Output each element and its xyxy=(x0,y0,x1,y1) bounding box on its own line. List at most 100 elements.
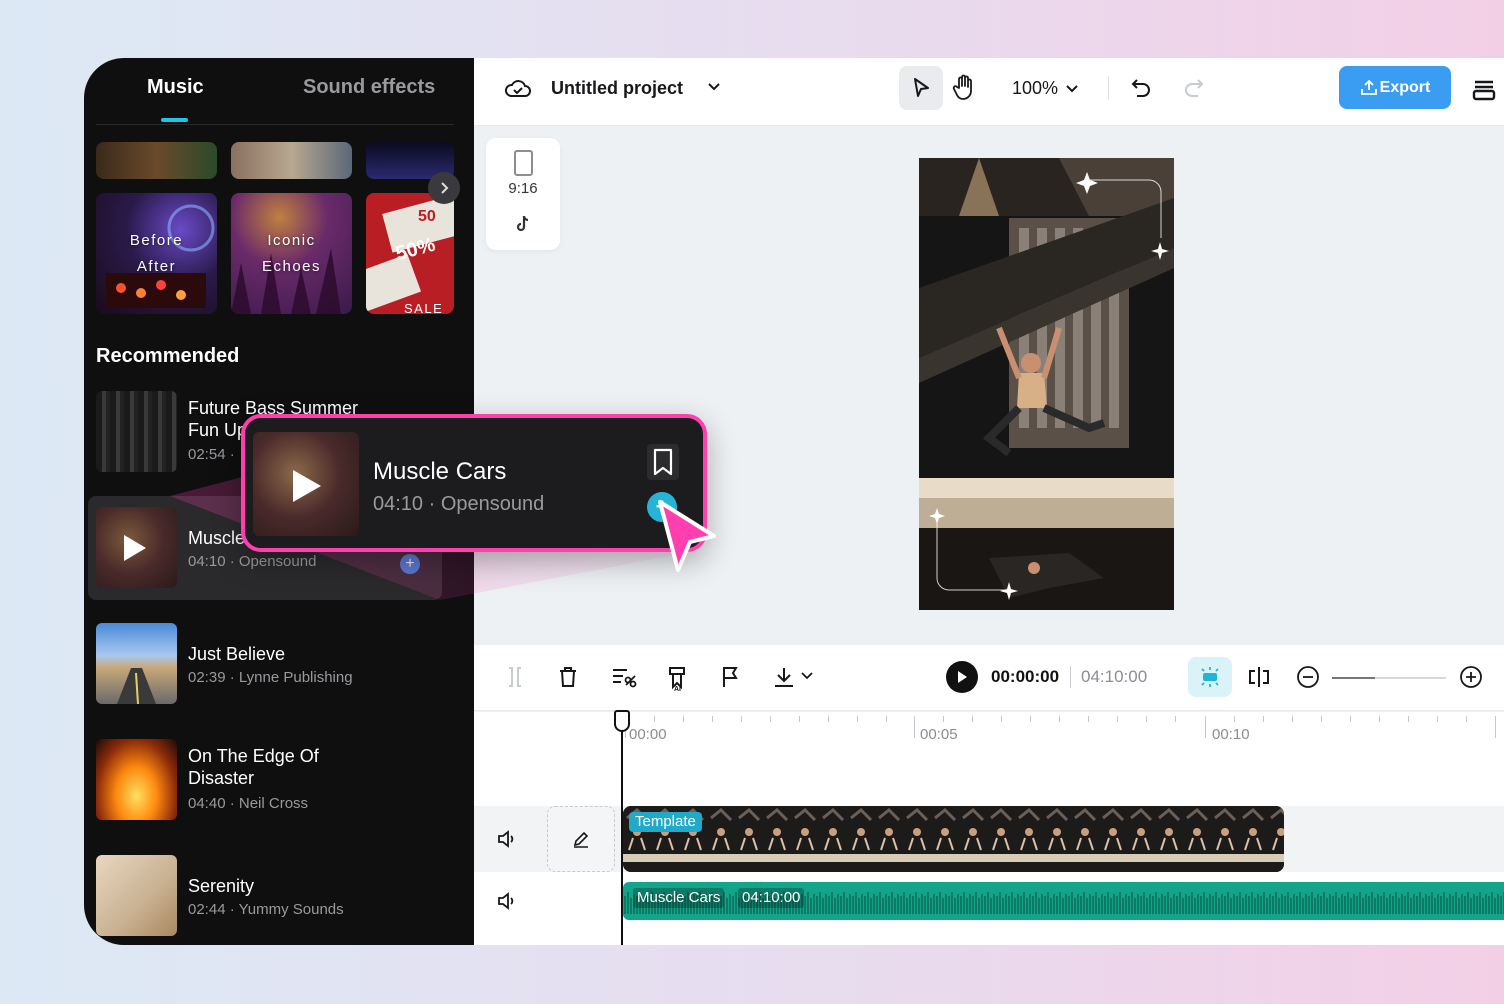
ruler-tick xyxy=(741,716,742,722)
upload-icon xyxy=(1360,79,1377,95)
active-tab-indicator xyxy=(161,118,188,122)
download-icon[interactable] xyxy=(772,665,796,689)
ruler-tick xyxy=(1495,716,1496,738)
ruler-tick xyxy=(1292,716,1293,722)
toolbar-divider xyxy=(1108,76,1109,100)
trash-icon[interactable] xyxy=(557,665,579,689)
chevron-down-icon[interactable] xyxy=(706,76,722,98)
featured-thumb-sale[interactable]: 50 50% SALE xyxy=(366,193,454,314)
tiktok-icon xyxy=(516,215,529,232)
ruler-tick xyxy=(1146,716,1147,722)
export-label: Export xyxy=(1379,78,1431,96)
redo-icon[interactable] xyxy=(1182,75,1206,101)
cover-edit-button[interactable] xyxy=(547,806,615,872)
ruler-tick xyxy=(799,716,800,722)
zoom-out-icon[interactable] xyxy=(1296,665,1320,689)
track-meta: 04:40 · Neil Cross xyxy=(188,795,309,812)
pencil-icon xyxy=(573,831,589,848)
timeline[interactable]: 00:00 00:05 00:10 Template Muscle Cars 0… xyxy=(474,710,1504,945)
video-clip[interactable]: Template xyxy=(623,806,1284,872)
play-icon[interactable] xyxy=(293,470,321,502)
ruler-label: 00:00 xyxy=(629,726,667,743)
featured-next-button[interactable] xyxy=(428,172,460,204)
recommended-heading: Recommended xyxy=(96,345,240,367)
add-track-icon[interactable]: + xyxy=(400,554,420,574)
ruler-tick xyxy=(1321,716,1322,722)
track-artwork xyxy=(96,739,177,820)
track-item[interactable]: Just Believe 02:39 · Lynne Publishing xyxy=(96,623,456,705)
detach-audio-icon[interactable] xyxy=(611,665,637,689)
ruler-tick xyxy=(1350,716,1351,722)
ruler-tick xyxy=(1437,716,1438,722)
mouse-cursor-icon xyxy=(658,500,716,572)
hand-icon[interactable] xyxy=(952,74,976,102)
ruler-tick xyxy=(1175,716,1176,722)
featured-thumb-before-after[interactable]: Before After xyxy=(96,193,217,314)
aspect-ratio-card[interactable]: 9:16 xyxy=(486,138,560,250)
ruler-tick xyxy=(712,716,713,722)
tab-music[interactable]: Music xyxy=(147,76,204,99)
undo-icon[interactable] xyxy=(1129,75,1153,101)
svg-text:SALE: SALE xyxy=(404,301,443,314)
bookmark-icon[interactable] xyxy=(647,444,679,480)
video-clip-label: Template xyxy=(629,812,702,832)
audio-clip-name: Muscle Cars xyxy=(633,888,725,908)
ruler-label: 00:05 xyxy=(920,726,958,743)
ruler-tick xyxy=(857,716,858,722)
zoom-slider[interactable] xyxy=(1332,677,1446,679)
track-preview-card[interactable]: Muscle Cars 04:10 · Opensound + xyxy=(241,414,707,552)
track-artwork xyxy=(96,391,177,472)
chevron-down-icon[interactable] xyxy=(800,669,814,683)
featured-thumb-iconic-echoes[interactable]: Iconic Echoes xyxy=(231,193,352,314)
select-tool-button[interactable] xyxy=(899,66,943,110)
playhead[interactable] xyxy=(621,712,623,945)
playhead-handle[interactable] xyxy=(614,710,630,732)
play-icon[interactable] xyxy=(124,535,146,561)
audio-clip[interactable]: Muscle Cars 04:10:00 xyxy=(623,882,1504,920)
auto-snap-button[interactable] xyxy=(1188,657,1232,697)
featured-label: Before After xyxy=(129,231,184,275)
split-bracket-icon[interactable] xyxy=(504,665,526,689)
tab-sound-effects[interactable]: Sound effects xyxy=(303,76,435,99)
track-artwork xyxy=(96,623,177,704)
preview-frame-image xyxy=(919,158,1174,610)
audio-clip-duration: 04:10:00 xyxy=(738,888,805,908)
track-artwork xyxy=(96,855,177,936)
ruler-tick xyxy=(1088,716,1089,722)
ruler-tick xyxy=(1059,716,1060,722)
volume-icon[interactable] xyxy=(496,890,518,912)
track-item[interactable]: On The Edge Of Disaster 04:40 · Neil Cro… xyxy=(96,739,456,821)
ruler-tick xyxy=(943,716,944,722)
top-bar: Untitled project 100% Export xyxy=(474,58,1504,126)
ruler-tick xyxy=(1205,716,1206,738)
export-button[interactable]: Export xyxy=(1339,66,1451,109)
split-icon[interactable] xyxy=(1246,665,1272,689)
ruler-tick xyxy=(1466,716,1467,722)
pointer-icon xyxy=(914,78,929,97)
featured-thumb-partial-2[interactable] xyxy=(231,142,352,179)
total-time: 04:10:00 xyxy=(1081,667,1148,686)
flag-icon[interactable] xyxy=(720,665,740,689)
track-meta: 02:54 · xyxy=(188,446,235,463)
ruler-tick xyxy=(1234,716,1235,722)
track-item[interactable]: Serenity 02:44 · Yummy Sounds xyxy=(96,855,456,937)
ruler-tick xyxy=(1030,716,1031,722)
volume-icon[interactable] xyxy=(496,828,518,850)
zoom-in-icon[interactable] xyxy=(1459,665,1483,689)
video-preview[interactable] xyxy=(919,158,1174,610)
featured-thumb-partial-1[interactable] xyxy=(96,142,217,179)
project-title[interactable]: Untitled project xyxy=(551,78,683,99)
track-name: Just Believe xyxy=(188,644,286,664)
layers-menu-icon[interactable] xyxy=(1471,76,1497,102)
ruler-tick xyxy=(1408,716,1409,722)
track-meta: 02:39 · Lynne Publishing xyxy=(188,669,353,686)
ruler-tick xyxy=(683,716,684,722)
ruler-tick xyxy=(1117,716,1118,722)
chevron-down-icon[interactable] xyxy=(1064,78,1080,100)
zoom-level[interactable]: 100% xyxy=(1012,78,1058,99)
ruler-tick xyxy=(1263,716,1264,722)
ai-captions-icon[interactable]: AI xyxy=(666,665,688,691)
track-artwork xyxy=(96,507,177,588)
play-button[interactable] xyxy=(946,661,978,693)
cloud-icon[interactable] xyxy=(504,76,532,100)
